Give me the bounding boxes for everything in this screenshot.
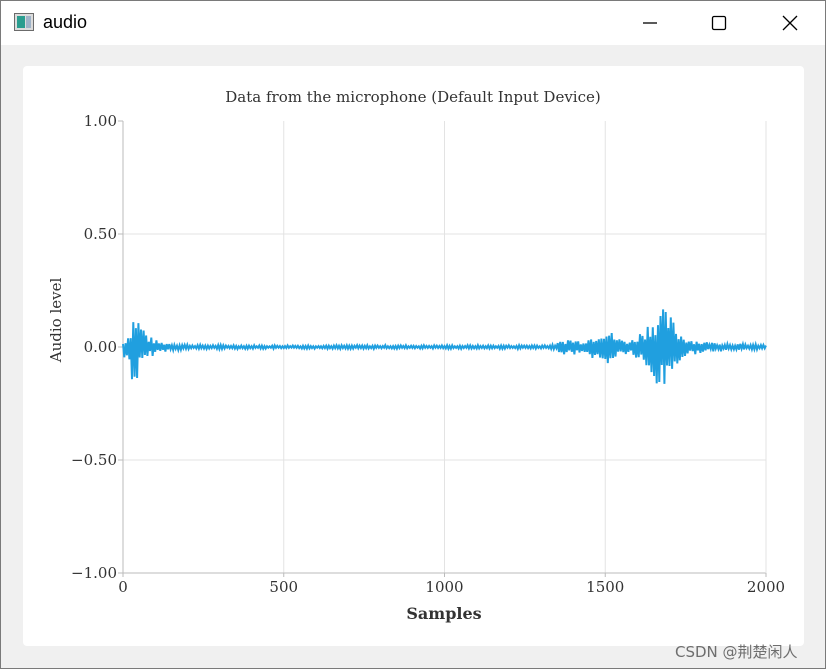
x-tick-label: 0 [118,578,128,596]
chart-panel: Data from the microphone (Default Input … [23,66,804,646]
watermark: CSDN @荆楚闲人 [675,643,798,661]
y-tick-label: 1.00 [84,112,117,130]
app-icon [14,13,34,31]
y-axis-label: Audio level [47,278,65,364]
y-tick-label: −0.50 [71,451,117,469]
maximize-icon [711,15,727,31]
x-axis-label: Samples [406,604,481,623]
audio-chart: Data from the microphone (Default Input … [47,88,785,623]
title-bar[interactable]: audio [1,1,825,45]
audio-window: audio Data from the microphone (Default … [0,0,826,669]
x-tick-label: 1500 [586,578,624,596]
minimize-button[interactable] [627,1,673,45]
minimize-icon [643,22,657,24]
y-tick-label: 0.50 [84,225,117,243]
x-tick-label: 2000 [747,578,785,596]
close-button[interactable] [767,1,813,45]
chart-title: Data from the microphone (Default Input … [225,88,600,106]
window-title: audio [43,12,88,32]
y-tick-label: 0.00 [84,338,117,356]
maximize-button[interactable] [696,1,742,45]
x-tick-label: 1000 [425,578,463,596]
x-tick-label: 500 [269,578,298,596]
y-tick-label: −1.00 [71,564,117,582]
close-icon [782,15,798,31]
